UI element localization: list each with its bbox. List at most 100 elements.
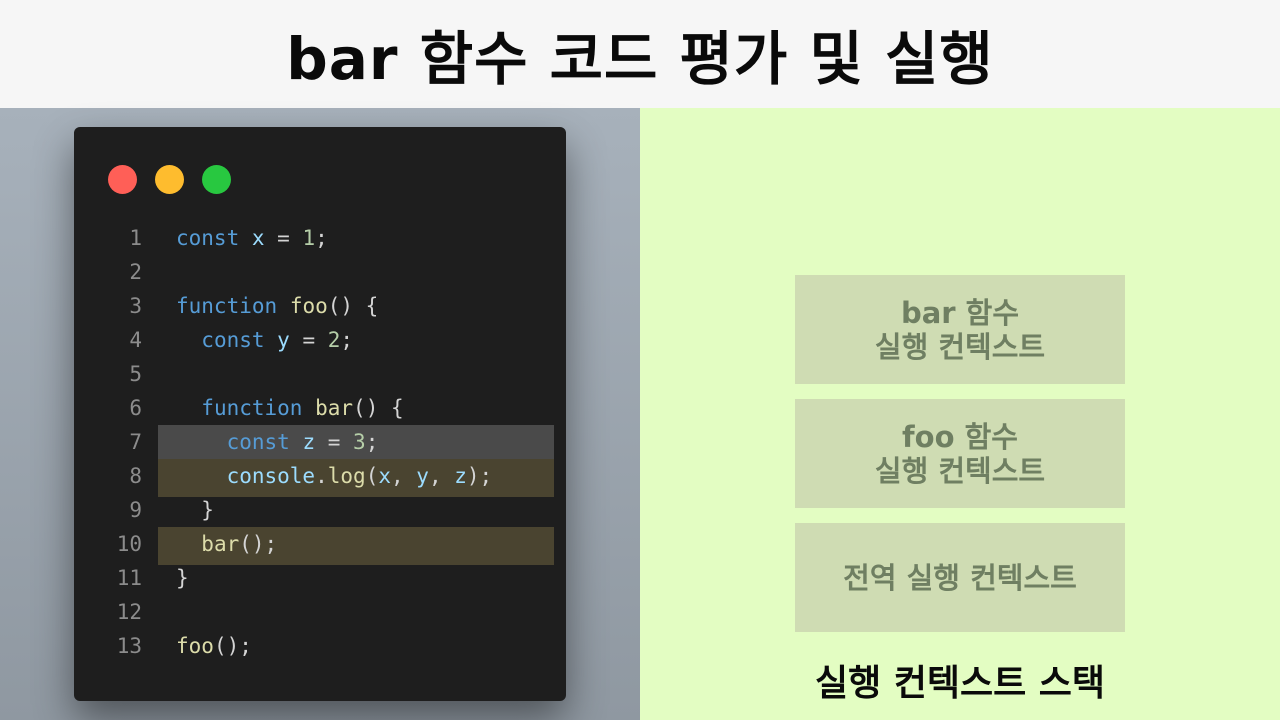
close-dot-icon[interactable]: [108, 165, 137, 194]
code-line: 8 console.log(x, y, z);: [74, 459, 566, 497]
code-text: foo();: [176, 629, 252, 663]
line-number: 1: [129, 226, 142, 250]
code-token: const: [201, 328, 265, 352]
code-token: () {: [353, 396, 404, 420]
line-number: 3: [129, 294, 142, 318]
code-token: }: [176, 566, 189, 590]
code-line: 4 const y = 2;: [74, 323, 566, 357]
code-token: ;: [340, 328, 354, 352]
line-number: 12: [116, 600, 142, 624]
line-number: 11: [116, 566, 142, 590]
code-token: ,: [391, 464, 417, 488]
stack-frame-title: foo 함수: [902, 419, 1018, 454]
line-number: 2: [129, 260, 142, 284]
code-line: 2: [74, 255, 566, 289]
code-token: =: [264, 226, 303, 250]
code-line: 1 const x = 1;: [74, 221, 566, 255]
code-token: 1: [302, 226, 316, 250]
code-line: 7 const z = 3;: [74, 425, 566, 463]
code-text: }: [176, 493, 214, 527]
stack-frame-title: 전역 실행 컨텍스트: [843, 560, 1077, 595]
execution-context-stack-panel: bar 함수 실행 컨텍스트 foo 함수 실행 컨텍스트 전역 실행 컨텍스트…: [640, 108, 1280, 720]
stack-frame-bar: bar 함수 실행 컨텍스트: [795, 275, 1125, 384]
code-token: bar: [315, 396, 354, 420]
code-token: ;: [365, 430, 379, 454]
code-token: (: [365, 464, 379, 488]
stack-label: 실행 컨텍스트 스택: [814, 663, 1106, 704]
code-text: }: [176, 561, 189, 595]
code-token: foo: [289, 294, 328, 318]
minimize-dot-icon[interactable]: [155, 165, 184, 194]
code-token: log: [327, 464, 366, 488]
code-token: const: [176, 226, 240, 250]
stack-frame-subtitle: 실행 컨텍스트: [874, 329, 1046, 364]
line-number: 13: [116, 634, 142, 658]
code-listing: 1 const x = 1; 2 3 function foo() {4 const y…: [74, 221, 566, 663]
window-controls: [108, 165, 231, 194]
code-line: 9 }: [74, 493, 566, 527]
code-line: 3 function foo() {: [74, 289, 566, 323]
code-panel: 1 const x = 1; 2 3 function foo() {4 const y…: [0, 108, 640, 720]
code-editor-window: 1 const x = 1; 2 3 function foo() {4 const y…: [74, 127, 566, 701]
code-text: const z = 3;: [176, 425, 379, 459]
code-line: 13 foo();: [74, 629, 566, 663]
slide: bar 함수 코드 평가 및 실행 1 const x = 1; 2 3 functio…: [0, 0, 1280, 720]
code-text: const y = 2;: [176, 323, 353, 357]
line-number: 7: [129, 430, 142, 454]
code-token: ();: [239, 532, 278, 556]
code-line: 12: [74, 595, 566, 629]
header: bar 함수 코드 평가 및 실행: [0, 0, 1280, 108]
code-token: console: [226, 464, 316, 488]
code-token: );: [466, 464, 493, 488]
line-number: 5: [129, 362, 142, 386]
stack-frame-title: bar 함수: [900, 295, 1020, 330]
stack-frame-global: 전역 실행 컨텍스트: [795, 523, 1125, 632]
code-token: y: [416, 464, 429, 488]
code-token: }: [176, 498, 214, 522]
code-token: function: [201, 396, 303, 420]
code-token: const: [226, 430, 290, 454]
code-text: const x = 1;: [176, 221, 328, 255]
line-number: 9: [129, 498, 142, 522]
code-text: bar();: [176, 527, 277, 561]
code-token: bar: [201, 532, 240, 556]
code-token: ,: [428, 464, 455, 488]
code-token: =: [289, 328, 328, 352]
code-text: function foo() {: [176, 289, 378, 323]
code-token: x: [378, 464, 391, 488]
maximize-dot-icon[interactable]: [202, 165, 231, 194]
code-text: function bar() {: [176, 391, 404, 425]
stack-frame-foo: foo 함수 실행 컨텍스트: [795, 399, 1125, 508]
code-token: foo: [176, 634, 214, 658]
line-number: 4: [129, 328, 142, 352]
code-token: 2: [327, 328, 341, 352]
stack-frame-subtitle: 실행 컨텍스트: [874, 453, 1046, 488]
code-token: z: [302, 430, 316, 454]
code-token: .: [315, 464, 328, 488]
line-number: 8: [129, 464, 142, 488]
page-title: bar 함수 코드 평가 및 실행: [286, 25, 994, 93]
code-token: 3: [353, 430, 366, 454]
code-line: 10 bar();: [74, 527, 566, 565]
code-token: z: [454, 464, 467, 488]
code-line: 5: [74, 357, 566, 391]
code-token: =: [315, 430, 354, 454]
code-line: 11}: [74, 561, 566, 595]
line-number: 10: [116, 532, 142, 556]
code-token: ;: [315, 226, 328, 250]
code-token: x: [251, 226, 265, 250]
code-line: 6 function bar() {: [74, 391, 566, 425]
code-token: function: [176, 294, 278, 318]
code-token: y: [277, 328, 290, 352]
code-text: console.log(x, y, z);: [176, 459, 493, 493]
code-token: ();: [213, 634, 252, 658]
